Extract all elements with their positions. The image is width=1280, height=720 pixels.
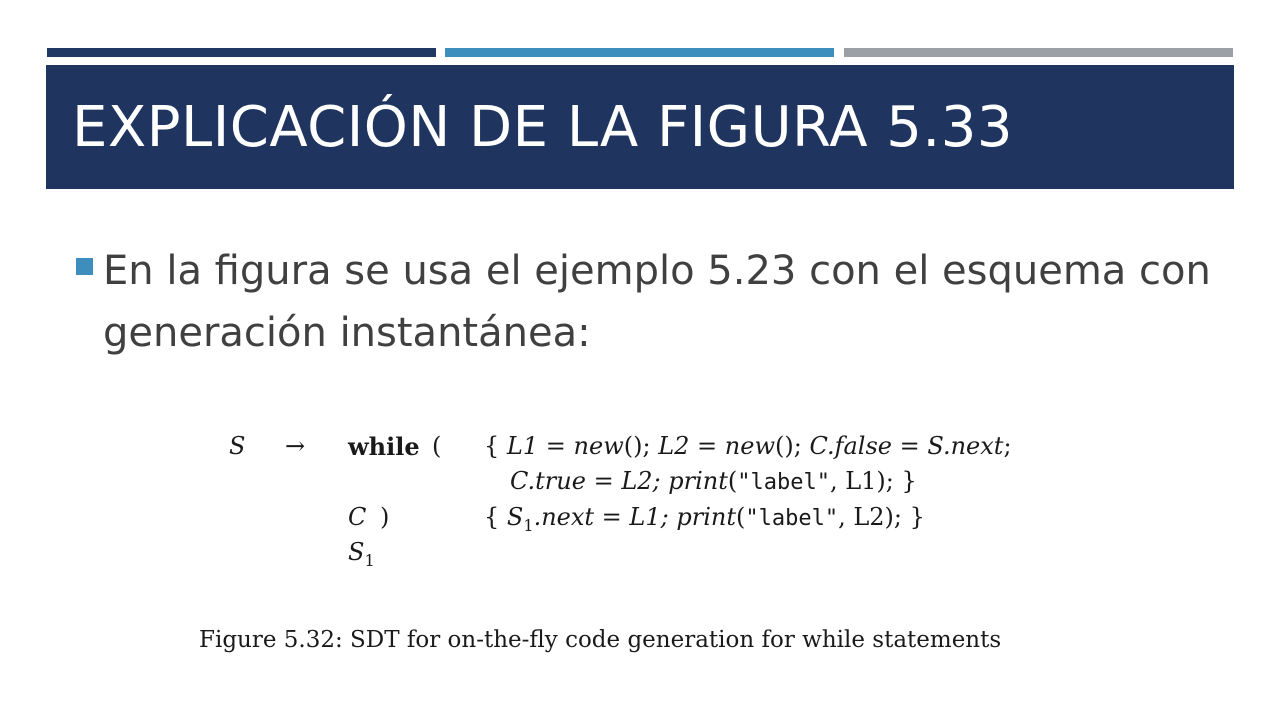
figure-row3-s: S [506, 503, 524, 531]
figure-caption: Figure 5.32: SDT for on-the-fly code gen… [199, 627, 1002, 653]
figure-row1-eq2: = [697, 432, 718, 460]
figure-row1-after-new1: (); [623, 432, 651, 460]
figure-open-paren: ( [432, 432, 442, 460]
figure-row1-l2: L2 [658, 432, 690, 460]
figure-row3-print: print [676, 503, 736, 531]
figure-row1-eq1: = [545, 432, 566, 460]
figure-row2-open: ( [727, 467, 738, 495]
figure-row3-paren: ) [380, 503, 390, 531]
figure-arrow: → [285, 432, 306, 460]
figure-row1-end: ; [1003, 432, 1012, 460]
figure-row1-new1: new [573, 432, 624, 460]
figure-row2-arg: , L1); } [829, 467, 917, 495]
figure-row1-actions: { L1 = new(); L2 = new(); C.false = S.ne… [484, 432, 1012, 460]
figure-row3-c: C [348, 503, 367, 531]
figure-row4: S1 [348, 538, 375, 570]
figure-row1-false: .false [826, 432, 892, 460]
figure-row2-label: "label" [737, 470, 830, 495]
figure-row1-eq3: = [899, 432, 920, 460]
figure-row3-label: "label" [745, 506, 839, 531]
figure-row3-brace: { [484, 503, 500, 531]
slide-title: EXPLICACIÓN DE LA FIGURA 5.33 [72, 95, 1013, 160]
figure-row3-open: ( [735, 503, 746, 531]
figure-row1-s: S [927, 432, 943, 460]
figure-row1-c: C [809, 432, 827, 460]
figure-row1-brace: { [484, 432, 500, 460]
figure-row2-actions: C.true = L2; print("label", L1); } [510, 467, 917, 495]
figure-row2-print: print [668, 467, 728, 495]
figure-row3-sub: 1 [523, 516, 534, 535]
figure-row3-actions: { S1.next = L1; print("label", L2); } [484, 503, 925, 535]
top-bar-gray [844, 48, 1233, 57]
title-band: EXPLICACIÓN DE LA FIGURA 5.33 [46, 65, 1234, 189]
top-bar-navy [47, 48, 436, 57]
figure-row1-next: .next [942, 432, 1004, 460]
figure-row3-eq: = [601, 503, 622, 531]
figure-row1-l1: L1 [506, 432, 539, 460]
figure-lhs-s: S [229, 432, 246, 460]
bullet-square-icon [76, 258, 93, 275]
figure-row4-s: S [348, 538, 365, 566]
figure-row1-after-new2: (); [775, 432, 802, 460]
figure-row2-eq: = [593, 467, 614, 495]
top-bar-blue [445, 48, 834, 57]
figure-row3-next: .next [533, 503, 595, 531]
figure-row3-arg: , L2); } [838, 503, 925, 531]
figure-while-keyword: while [348, 432, 420, 461]
figure-row2-l2: L2; [621, 467, 661, 495]
figure-row1-new2: new [724, 432, 775, 460]
bullet-text: En la figura se usa el ejemplo 5.23 con … [103, 248, 1211, 356]
figure-row2-c: C [510, 467, 528, 495]
figure-row3-l1: L1; [629, 503, 669, 531]
figure-row4-sub: 1 [364, 551, 375, 570]
figure-row2-true: .true [527, 467, 586, 495]
